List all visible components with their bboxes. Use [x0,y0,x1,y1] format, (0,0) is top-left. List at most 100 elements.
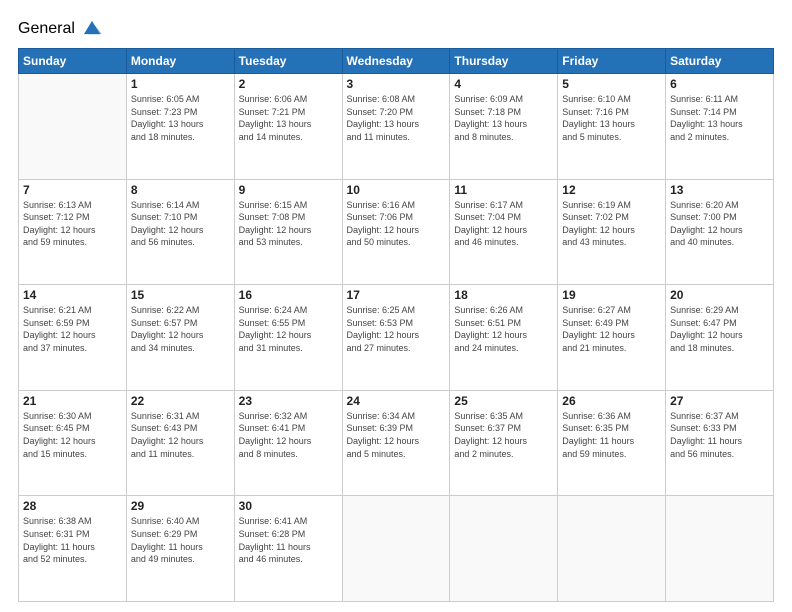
calendar-cell: 26 Sunrise: 6:36 AM Sunset: 6:35 PM Dayli… [558,390,666,496]
cell-info: Sunrise: 6:36 AM Sunset: 6:35 PM Dayligh… [562,410,661,460]
day-number: 13 [670,183,769,197]
day-number: 3 [347,77,446,91]
day-number: 28 [23,499,122,513]
day-number: 2 [239,77,338,91]
calendar-cell: 6Sunrise: 6:11 AM Sunset: 7:14 PM Daylig… [666,74,774,180]
calendar-cell: 4 Sunrise: 6:09 AM Sunset: 7:18 PM Daylig… [450,74,558,180]
day-number: 20 [670,288,769,302]
day-number: 23 [239,394,338,408]
day-number: 27 [670,394,769,408]
day-number: 25 [454,394,553,408]
cell-info: Sunrise: 6:29 AM Sunset: 6:47 PM Dayligh… [670,304,769,354]
day-number: 5 [562,77,661,91]
calendar-cell: 7Sunrise: 6:13 AM Sunset: 7:12 PM Daylig… [19,179,127,285]
cell-info: Sunrise: 6:41 AM Sunset: 6:28 PM Dayligh… [239,515,338,565]
calendar-cell: 13 Sunrise: 6:20 AM Sunset: 7:00 PM Dayli… [666,179,774,285]
weekday-header-row: SundayMondayTuesdayWednesdayThursdayFrid… [19,49,774,74]
calendar-cell: 19 Sunrise: 6:27 AM Sunset: 6:49 PM Dayli… [558,285,666,391]
week-row-2: 7Sunrise: 6:13 AM Sunset: 7:12 PM Daylig… [19,179,774,285]
day-number: 18 [454,288,553,302]
day-number: 22 [131,394,230,408]
logo-text: General [18,20,75,38]
header: General [18,18,774,40]
calendar-cell: 24 Sunrise: 6:34 AM Sunset: 6:39 PM Dayli… [342,390,450,496]
calendar-cell: 18 Sunrise: 6:26 AM Sunset: 6:51 PM Dayli… [450,285,558,391]
day-number: 4 [454,77,553,91]
calendar-cell: 3 Sunrise: 6:08 AM Sunset: 7:20 PM Daylig… [342,74,450,180]
calendar-cell: 17Sunrise: 6:25 AM Sunset: 6:53 PM Dayli… [342,285,450,391]
cell-info: Sunrise: 6:35 AM Sunset: 6:37 PM Dayligh… [454,410,553,460]
day-number: 1 [131,77,230,91]
calendar-cell [558,496,666,602]
day-number: 17 [347,288,446,302]
calendar-cell: 28Sunrise: 6:38 AM Sunset: 6:31 PM Dayli… [19,496,127,602]
cell-info: Sunrise: 6:21 AM Sunset: 6:59 PM Dayligh… [23,304,122,354]
cell-info: Sunrise: 6:37 AM Sunset: 6:33 PM Dayligh… [670,410,769,460]
calendar-cell: 5Sunrise: 6:10 AM Sunset: 7:16 PM Daylig… [558,74,666,180]
day-number: 24 [347,394,446,408]
day-number: 14 [23,288,122,302]
week-row-4: 21 Sunrise: 6:30 AM Sunset: 6:45 PM Dayli… [19,390,774,496]
cell-info: Sunrise: 6:40 AM Sunset: 6:29 PM Dayligh… [131,515,230,565]
weekday-header-tuesday: Tuesday [234,49,342,74]
cell-info: Sunrise: 6:20 AM Sunset: 7:00 PM Dayligh… [670,199,769,249]
week-row-3: 14 Sunrise: 6:21 AM Sunset: 6:59 PM Dayli… [19,285,774,391]
logo: General [18,18,103,40]
day-number: 19 [562,288,661,302]
weekday-header-sunday: Sunday [19,49,127,74]
cell-info: Sunrise: 6:34 AM Sunset: 6:39 PM Dayligh… [347,410,446,460]
logo-general: General [18,20,75,38]
calendar-cell: 30Sunrise: 6:41 AM Sunset: 6:28 PM Dayli… [234,496,342,602]
weekday-header-wednesday: Wednesday [342,49,450,74]
calendar-cell: 23 Sunrise: 6:32 AM Sunset: 6:41 PM Dayli… [234,390,342,496]
day-number: 26 [562,394,661,408]
calendar-cell: 25 Sunrise: 6:35 AM Sunset: 6:37 PM Dayli… [450,390,558,496]
cell-info: Sunrise: 6:30 AM Sunset: 6:45 PM Dayligh… [23,410,122,460]
calendar-cell: 29 Sunrise: 6:40 AM Sunset: 6:29 PM Dayli… [126,496,234,602]
cell-info: Sunrise: 6:08 AM Sunset: 7:20 PM Dayligh… [347,93,446,143]
calendar-cell: 27 Sunrise: 6:37 AM Sunset: 6:33 PM Dayli… [666,390,774,496]
day-number: 8 [131,183,230,197]
cell-info: Sunrise: 6:17 AM Sunset: 7:04 PM Dayligh… [454,199,553,249]
calendar-cell: 2 Sunrise: 6:06 AM Sunset: 7:21 PM Daylig… [234,74,342,180]
calendar-cell: 15 Sunrise: 6:22 AM Sunset: 6:57 PM Dayli… [126,285,234,391]
cell-info: Sunrise: 6:09 AM Sunset: 7:18 PM Dayligh… [454,93,553,143]
logo-icon [81,18,103,40]
calendar-cell: 9Sunrise: 6:15 AM Sunset: 7:08 PM Daylig… [234,179,342,285]
calendar-cell: 8 Sunrise: 6:14 AM Sunset: 7:10 PM Daylig… [126,179,234,285]
cell-info: Sunrise: 6:27 AM Sunset: 6:49 PM Dayligh… [562,304,661,354]
calendar-cell: 16Sunrise: 6:24 AM Sunset: 6:55 PM Dayli… [234,285,342,391]
calendar-cell: 1 Sunrise: 6:05 AM Sunset: 7:23 PM Daylig… [126,74,234,180]
calendar-cell [666,496,774,602]
cell-info: Sunrise: 6:14 AM Sunset: 7:10 PM Dayligh… [131,199,230,249]
cell-info: Sunrise: 6:05 AM Sunset: 7:23 PM Dayligh… [131,93,230,143]
week-row-5: 28Sunrise: 6:38 AM Sunset: 6:31 PM Dayli… [19,496,774,602]
calendar-cell: 20 Sunrise: 6:29 AM Sunset: 6:47 PM Dayli… [666,285,774,391]
cell-info: Sunrise: 6:24 AM Sunset: 6:55 PM Dayligh… [239,304,338,354]
cell-info: Sunrise: 6:26 AM Sunset: 6:51 PM Dayligh… [454,304,553,354]
day-number: 15 [131,288,230,302]
cell-info: Sunrise: 6:16 AM Sunset: 7:06 PM Dayligh… [347,199,446,249]
day-number: 10 [347,183,446,197]
weekday-header-monday: Monday [126,49,234,74]
calendar: SundayMondayTuesdayWednesdayThursdayFrid… [18,48,774,602]
calendar-cell: 21 Sunrise: 6:30 AM Sunset: 6:45 PM Dayli… [19,390,127,496]
calendar-cell: 14 Sunrise: 6:21 AM Sunset: 6:59 PM Dayli… [19,285,127,391]
week-row-1: 1 Sunrise: 6:05 AM Sunset: 7:23 PM Daylig… [19,74,774,180]
calendar-cell: 11Sunrise: 6:17 AM Sunset: 7:04 PM Dayli… [450,179,558,285]
calendar-cell: 12 Sunrise: 6:19 AM Sunset: 7:02 PM Dayli… [558,179,666,285]
cell-info: Sunrise: 6:13 AM Sunset: 7:12 PM Dayligh… [23,199,122,249]
cell-info: Sunrise: 6:06 AM Sunset: 7:21 PM Dayligh… [239,93,338,143]
day-number: 9 [239,183,338,197]
day-number: 29 [131,499,230,513]
cell-info: Sunrise: 6:11 AM Sunset: 7:14 PM Dayligh… [670,93,769,143]
weekday-header-thursday: Thursday [450,49,558,74]
calendar-cell: 10 Sunrise: 6:16 AM Sunset: 7:06 PM Dayli… [342,179,450,285]
calendar-cell: 22Sunrise: 6:31 AM Sunset: 6:43 PM Dayli… [126,390,234,496]
day-number: 12 [562,183,661,197]
cell-info: Sunrise: 6:32 AM Sunset: 6:41 PM Dayligh… [239,410,338,460]
day-number: 21 [23,394,122,408]
cell-info: Sunrise: 6:19 AM Sunset: 7:02 PM Dayligh… [562,199,661,249]
cell-info: Sunrise: 6:22 AM Sunset: 6:57 PM Dayligh… [131,304,230,354]
weekday-header-friday: Friday [558,49,666,74]
